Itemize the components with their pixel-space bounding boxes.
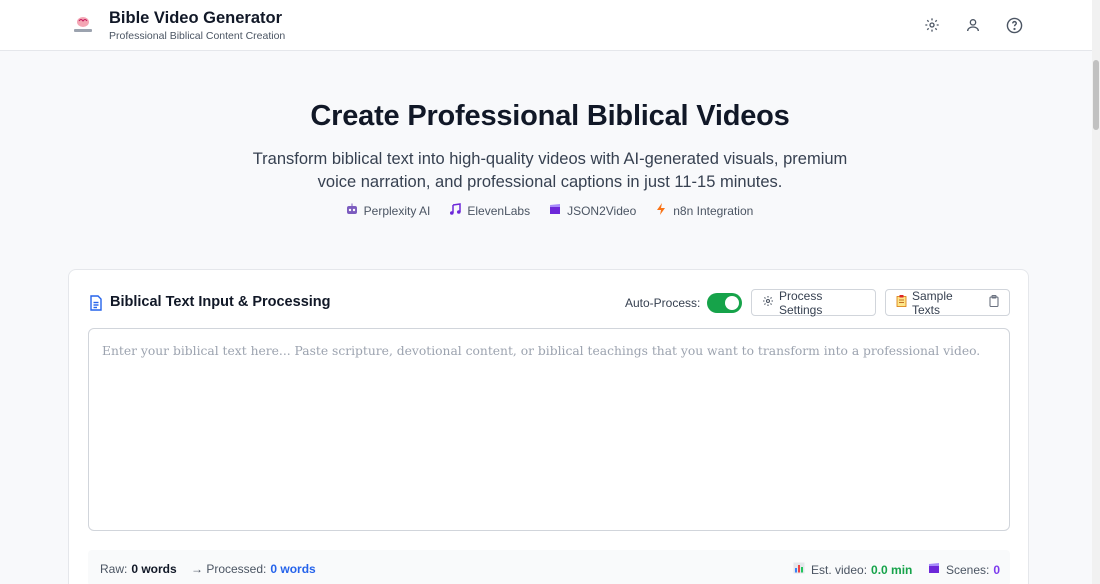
help-icon[interactable] [1005,16,1023,34]
raw-label: Raw: [100,562,128,576]
gear-icon[interactable] [923,16,941,34]
document-icon [89,295,103,311]
est-label: Est. video: [811,562,868,577]
integration-n8n: n8n Integration [655,203,753,218]
scenes-value: 0 [993,562,1001,577]
card-title: Biblical Text Input & Processing [110,294,331,310]
auto-process-label: Auto-Process: [625,296,701,310]
clapper-icon [928,562,940,577]
estimated-video-length: Est. video: 0.0 min [793,562,912,577]
brain-logo-icon [72,15,94,35]
user-icon[interactable] [964,16,982,34]
process-settings-button[interactable]: Process Settings [751,288,876,317]
process-settings-label: Process Settings [779,288,823,317]
app-title: Bible Video Generator [109,9,282,27]
lightning-icon [655,203,667,218]
hero-title: Create Professional Biblical Videos [310,100,790,132]
robot-icon [346,203,358,218]
integration-label: JSON2Video [567,203,637,218]
integration-json2video: JSON2Video [549,203,636,218]
scenes-label: Scenes: [946,562,990,577]
sample-texts-button[interactable]: Sample Texts [885,288,1010,317]
auto-process-toggle[interactable] [707,293,742,313]
text-input-card: Biblical Text Input & Processing Auto-Pr… [68,269,1029,584]
scene-count: Scenes: 0 [928,562,1000,577]
music-icon [449,203,462,218]
integration-perplexity: Perplexity AI [346,203,431,218]
processed-word-count: → Processed: 0 words [191,562,316,576]
processed-label: → Processed: [191,562,267,576]
text-stats-bar: Raw: 0 words → Processed: 0 words Est. v… [88,550,1010,584]
raw-value: 0 words [131,562,177,576]
hero-description: Transform biblical text into high-qualit… [252,150,848,191]
gear-icon [762,295,774,310]
app-subtitle: Professional Biblical Content Creation [109,30,286,42]
clapper-icon [549,203,561,218]
integration-label: ElevenLabs [467,203,531,218]
integrations-row: Perplexity AI ElevenLabs JSON2Video n8n … [0,203,1100,218]
page-scrollbar[interactable] [1092,0,1100,584]
biblical-text-input[interactable] [88,328,1010,531]
scrollbar-thumb[interactable] [1093,60,1099,130]
clipboard-icon [989,295,999,310]
est-value: 0.0 min [871,562,913,577]
chart-icon [793,562,805,577]
integration-label: n8n Integration [673,203,754,218]
app-header: Bible Video Generator Professional Bibli… [0,0,1100,51]
integration-label: Perplexity AI [363,203,431,218]
processed-value: 0 words [270,562,316,576]
toggle-knob [725,296,739,310]
memo-icon [896,295,907,310]
integration-elevenlabs: ElevenLabs [449,203,530,218]
sample-texts-label: Sample Texts [912,288,953,317]
raw-word-count: Raw: 0 words [100,562,177,576]
